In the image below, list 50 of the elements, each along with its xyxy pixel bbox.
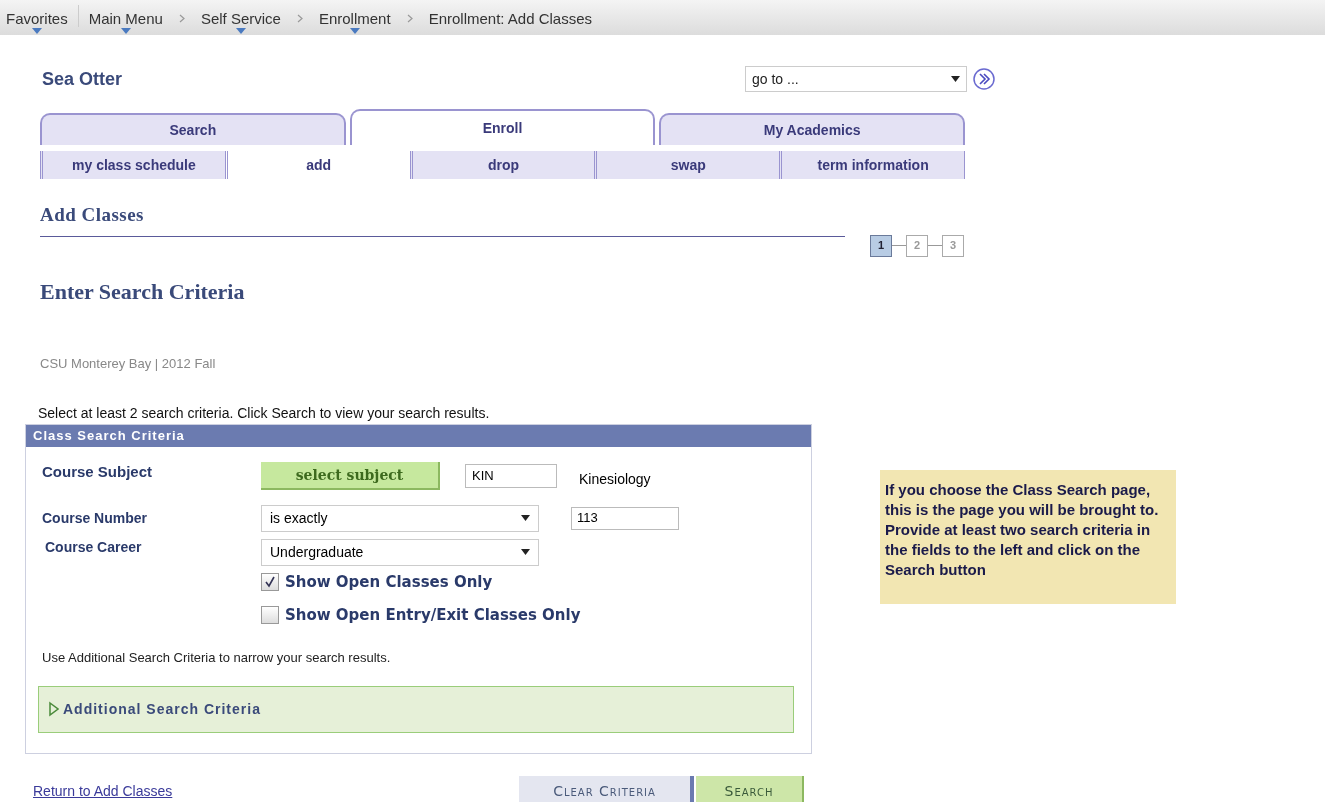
dropdown-arrow-icon[interactable] — [31, 28, 42, 34]
chevron-icon — [406, 14, 413, 23]
section-title: Enter Search Criteria — [40, 277, 246, 306]
page-title: Add Classes — [40, 203, 145, 227]
dropdown-arrow-icon[interactable] — [235, 28, 246, 34]
checkbox-label: Show Open Classes Only — [285, 572, 493, 593]
instruction-text: Select at least 2 search criteria. Click Search to view your search results. — [38, 404, 491, 423]
dropdown-arrow-icon — [521, 515, 530, 521]
field-label: Course Subject — [42, 462, 154, 482]
chevron-icon — [178, 14, 185, 23]
action-button[interactable]: Clear Criteria — [519, 776, 694, 802]
field-label: Course Number — [42, 508, 149, 528]
dropdown-arrow-icon — [951, 76, 960, 82]
select-subject-button[interactable]: select subject — [261, 462, 440, 490]
subtab[interactable]: term information — [779, 151, 965, 179]
checkbox-label: Show Open Entry/Exit Classes Only — [285, 604, 581, 626]
subject-description: Kinesiology — [579, 469, 651, 489]
hint-text: Use Additional Search Criteria to narrow your search results. — [42, 649, 392, 667]
tab[interactable]: Enroll — [349, 109, 656, 145]
breadcrumb-link[interactable]: Self Service — [200, 8, 281, 31]
breadcrumb-link[interactable]: Favorites — [6, 8, 68, 31]
subtab[interactable]: swap — [594, 151, 780, 179]
note-callout: If you choose the Class Search page, this is the page you will be brought to. Provide at least two search criteria in the fields to the left and click on the Search button — [880, 470, 1176, 604]
subtab[interactable]: my class schedule — [40, 151, 225, 179]
operator-dropdown[interactable]: is exactly — [261, 504, 539, 532]
tab[interactable]: Search — [40, 113, 346, 145]
breadcrumb-link[interactable]: Main Menu — [88, 8, 163, 31]
return-link[interactable]: Return to Add Classes — [33, 780, 173, 802]
checkbox[interactable] — [261, 573, 279, 592]
career-dropdown[interactable]: Undergraduate — [261, 538, 539, 566]
dropdown-arrow-icon — [521, 549, 530, 555]
course-number-field[interactable]: 113 — [571, 506, 679, 530]
tab[interactable]: My Academics — [659, 113, 965, 145]
additional-criteria-section[interactable]: Additional Search Criteria — [38, 685, 794, 733]
subject-field[interactable]: KIN — [465, 464, 557, 488]
field-label: Course Career — [44, 538, 143, 557]
expand-triangle-icon — [49, 701, 59, 717]
breadcrumb-link[interactable]: Enrollment: Add Classes — [428, 8, 593, 31]
dropdown-arrow-icon[interactable] — [120, 28, 131, 34]
checkbox[interactable] — [261, 605, 279, 624]
subtab[interactable]: drop — [409, 151, 595, 179]
site-title: Sea Otter — [41, 67, 123, 91]
panel-header: Class Search Criteria — [26, 425, 811, 447]
dropdown-arrow-icon[interactable] — [349, 28, 360, 34]
term-label: CSU Monterey Bay | 2012 Fall — [40, 354, 217, 373]
chevron-icon — [296, 14, 303, 23]
step-indicator[interactable]: 1 — [870, 234, 892, 257]
action-button[interactable]: Search — [696, 776, 804, 802]
goto-dropdown[interactable]: go to ... — [745, 66, 967, 92]
breadcrumb-link[interactable]: Enrollment — [318, 8, 391, 31]
